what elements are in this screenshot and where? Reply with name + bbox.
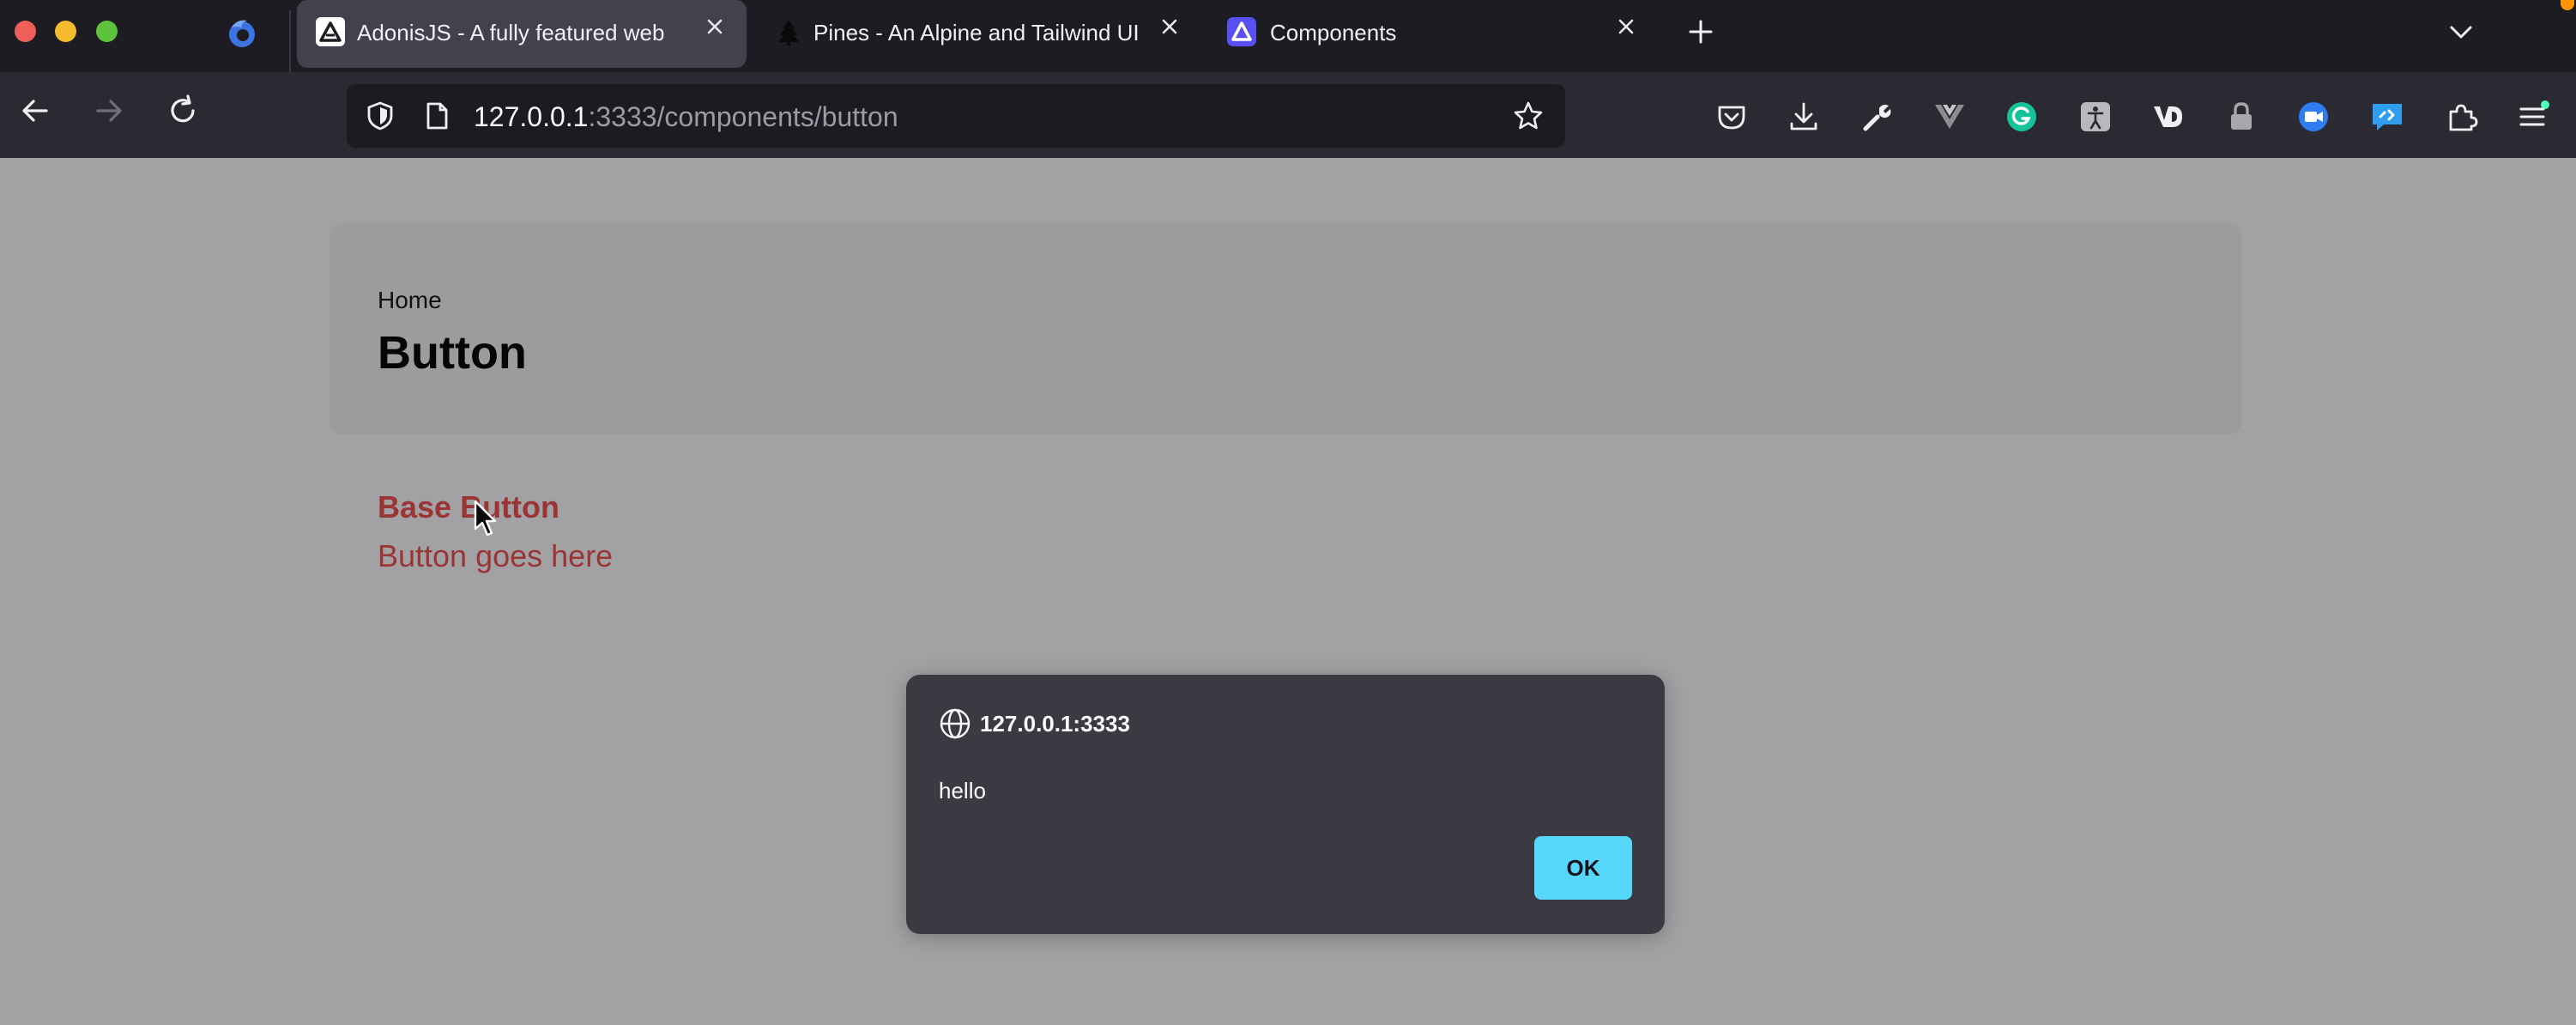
tab-pines[interactable]: Pines - An Alpine and Tailwind UI: [755, 0, 1184, 68]
section-title: Base Button: [378, 489, 560, 525]
tab-adonisjs[interactable]: AdonisJS - A fully featured web: [297, 0, 747, 68]
url-text[interactable]: 127.0.0.1:3333/components/button: [474, 101, 898, 133]
wrench-icon[interactable]: [1860, 100, 1895, 134]
page-document-icon[interactable]: [420, 100, 453, 132]
page-title: Button: [378, 327, 527, 379]
chat-extension-icon[interactable]: [2370, 100, 2404, 134]
tab-title: Components: [1270, 20, 1397, 45]
url-host: 127.0.0.1: [474, 101, 589, 132]
dialog-origin: 127.0.0.1:3333: [980, 711, 1130, 737]
adonisjs-favicon-icon: [316, 17, 345, 46]
pine-tree-favicon-icon: [778, 20, 799, 45]
window-close-button[interactable]: [15, 21, 36, 42]
pocket-icon[interactable]: [1714, 100, 1749, 134]
navigation-toolbar: 127.0.0.1:3333/components/button: [0, 72, 2576, 158]
firefox-view-icon[interactable]: [225, 15, 259, 50]
tab-title: Pines - An Alpine and Tailwind UI: [813, 20, 1140, 45]
grammarly-icon[interactable]: [2005, 100, 2039, 134]
chevron-down-icon[interactable]: [2446, 17, 2476, 48]
globe-icon: [940, 708, 971, 739]
close-tab-icon[interactable]: [1613, 14, 1639, 39]
shield-icon[interactable]: [364, 100, 396, 132]
url-path: :3333/components/button: [588, 101, 898, 132]
hamburger-menu-icon[interactable]: [2516, 100, 2550, 134]
back-arrow-icon[interactable]: [17, 93, 53, 129]
tab-strip: AdonisJS - A fully featured web Pines - …: [0, 0, 2576, 72]
screen-recorder-icon[interactable]: [2296, 100, 2331, 134]
download-icon[interactable]: [1787, 100, 1821, 134]
vue-devtools-icon[interactable]: [1932, 100, 1967, 134]
close-tab-icon[interactable]: [702, 14, 728, 39]
new-tab-plus-icon[interactable]: [1685, 16, 1716, 47]
accessibility-extension-icon[interactable]: [2078, 100, 2113, 134]
extensions-puzzle-icon[interactable]: [2444, 100, 2478, 134]
window-zoom-button[interactable]: [96, 21, 118, 42]
reload-icon[interactable]: [165, 93, 201, 129]
tab-separator: [289, 10, 291, 72]
close-tab-icon[interactable]: [1157, 14, 1182, 39]
address-bar[interactable]: 127.0.0.1:3333/components/button: [347, 84, 1565, 148]
components-favicon-icon: [1227, 17, 1256, 46]
section-body: Button goes here: [378, 538, 614, 573]
notification-dot: [2561, 0, 2574, 10]
tab-title: AdonisJS - A fully featured web: [357, 20, 665, 45]
mouse-cursor-icon: [474, 500, 497, 537]
window-minimize-button[interactable]: [55, 21, 76, 42]
lock-extension-icon[interactable]: [2224, 100, 2259, 134]
page-header-card: Home Button: [330, 223, 2241, 434]
vd-extension-icon[interactable]: [2150, 100, 2185, 134]
tab-components[interactable]: Components: [1212, 0, 1658, 68]
breadcrumb-home[interactable]: Home: [378, 287, 442, 314]
bookmark-star-icon[interactable]: [1512, 100, 1545, 132]
alert-dialog: 127.0.0.1:3333 hello OK: [906, 675, 1665, 934]
dialog-message: hello: [939, 778, 986, 804]
forward-arrow-icon[interactable]: [91, 93, 127, 129]
ok-button[interactable]: OK: [1534, 836, 1632, 900]
